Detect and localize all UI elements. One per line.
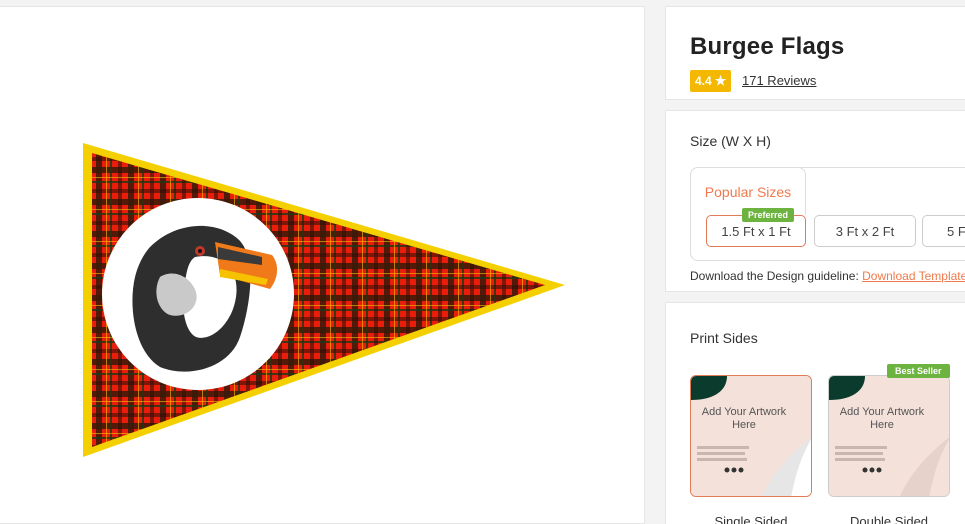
rating-value: 4.4 [695, 74, 712, 88]
print-sides-card: Print Sides Add Your Artwork Here Single… [665, 302, 965, 524]
double-sided-option[interactable]: Add Your Artwork Here [828, 375, 950, 497]
size-option-5[interactable]: 5 Ft [922, 215, 965, 247]
product-image-panel [0, 6, 645, 524]
size-label: Size (W X H) [690, 133, 771, 149]
burgee-flag-image [83, 143, 565, 457]
design-guideline: Download the Design guideline: Download … [690, 269, 965, 283]
product-header-card: Burgee Flags 4.4 ★ 171 Reviews [665, 6, 965, 100]
product-page: Burgee Flags 4.4 ★ 171 Reviews Size (W X… [0, 0, 965, 524]
best-seller-badge: Best Seller [887, 364, 950, 378]
single-sided-thumbnail [691, 376, 811, 496]
star-icon: ★ [714, 73, 727, 88]
size-option-3x2[interactable]: 3 Ft x 2 Ft [814, 215, 916, 247]
artwork-placeholder-text: Add Your Artwork Here [839, 406, 925, 431]
double-sided-label: Double Sided [849, 514, 929, 524]
double-sided-thumbnail [829, 376, 949, 496]
reviews-link[interactable]: 171 Reviews [742, 73, 816, 88]
download-template-link[interactable]: Download Template [862, 269, 965, 283]
size-card: Size (W X H) Popular Sizes 1.5 Ft x 1 Ft… [665, 110, 965, 292]
artwork-placeholder-text: Add Your Artwork Here [701, 406, 787, 431]
product-title: Burgee Flags [690, 33, 845, 60]
single-sided-option[interactable]: Add Your Artwork Here [690, 375, 812, 497]
preferred-badge: Preferred [742, 208, 795, 222]
guideline-text: Download the Design guideline: [690, 269, 859, 283]
single-sided-label: Single Sided [714, 514, 788, 524]
rating-badge: 4.4 ★ [690, 70, 732, 92]
print-sides-label: Print Sides [690, 330, 758, 346]
product-config-panel: Burgee Flags 4.4 ★ 171 Reviews Size (W X… [665, 6, 965, 524]
